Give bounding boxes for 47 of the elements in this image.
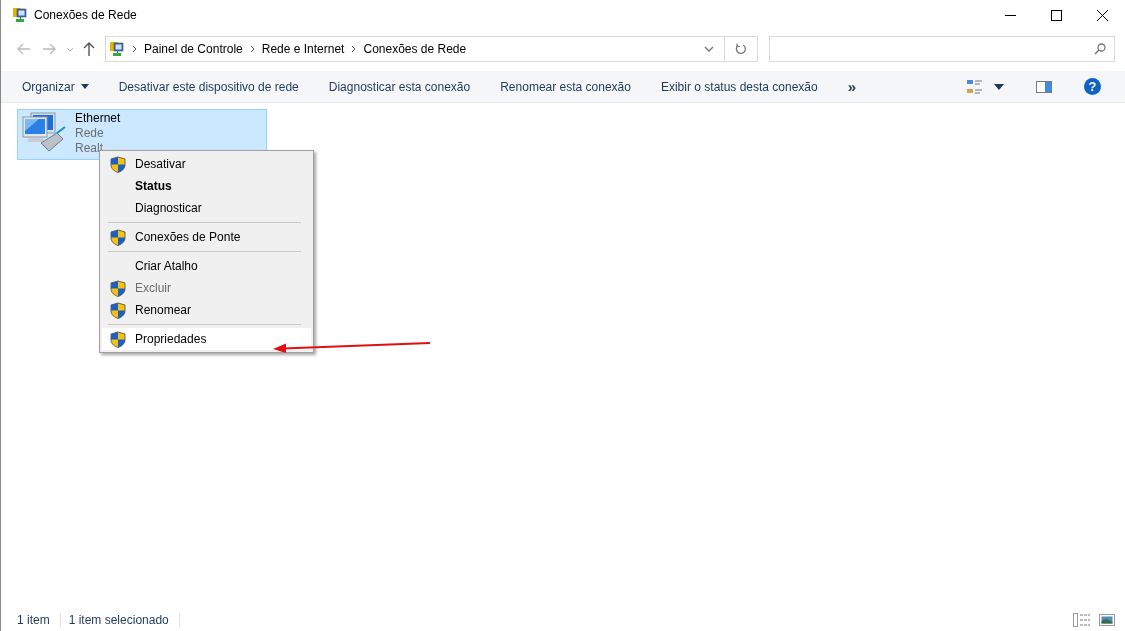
refresh-icon: [735, 43, 747, 55]
menu-item[interactable]: Renomear: [102, 299, 311, 321]
close-icon: [1096, 9, 1108, 21]
dropdown-arrow-icon: [80, 84, 89, 89]
chevron-icon: [351, 45, 357, 53]
search-field[interactable]: [769, 36, 1115, 62]
address-bar[interactable]: Painel de Controle Rede e Internet Conexões de Rede: [105, 36, 725, 62]
breadcrumb[interactable]: Rede e Internet: [261, 42, 345, 56]
menu-item[interactable]: Conexões de Ponte: [102, 226, 311, 248]
chevron-down-icon: [704, 46, 714, 52]
item-count: 1 item: [17, 613, 61, 627]
maximize-icon: [1050, 9, 1062, 21]
command-button[interactable]: Diagnosticar esta conexão: [319, 73, 480, 100]
selection-count: 1 item selecionado: [68, 613, 180, 627]
details-view-icon: [1073, 613, 1091, 627]
large-icons-view-icon: [1099, 614, 1115, 626]
menu-item[interactable]: Criar Atalho: [102, 255, 311, 277]
command-button[interactable]: Desativar este dispositivo de rede: [109, 73, 308, 100]
network-connections-icon: [109, 41, 125, 57]
chevron-down-icon: [66, 46, 74, 52]
command-button[interactable]: Exibir o status desta conexão: [651, 73, 827, 100]
preview-pane-icon: [1036, 80, 1052, 93]
adapter-name: Realt: [75, 141, 103, 156]
search-icon: [1094, 43, 1106, 55]
breadcrumb[interactable]: Painel de Controle: [144, 42, 243, 56]
command-button[interactable]: Renomear esta conexão: [491, 73, 640, 100]
forward-arrow-icon: [42, 43, 56, 55]
menu-item[interactable]: Diagnosticar: [102, 197, 311, 219]
organize-menu-button[interactable]: Organizar: [13, 73, 98, 100]
refresh-button[interactable]: [725, 36, 758, 62]
view-icon: [966, 78, 984, 95]
chevron-icon: [249, 45, 255, 53]
breadcrumb[interactable]: Conexões de Rede: [363, 42, 467, 56]
window-title: Conexões de Rede: [34, 8, 137, 22]
chevron-icon: [132, 45, 137, 53]
network-connections-icon: [12, 7, 28, 23]
menu-item[interactable]: Propriedades: [102, 328, 311, 350]
details-view-button[interactable]: [1073, 613, 1091, 627]
connection-name: Ethernet: [75, 111, 121, 126]
dropdown-arrow-icon: [994, 83, 1004, 90]
up-arrow-icon: [83, 42, 95, 56]
menu-item[interactable]: Status: [102, 175, 311, 197]
connection-status: Rede: [75, 126, 104, 141]
help-button[interactable]: ?: [1084, 78, 1101, 95]
large-icons-view-button[interactable]: [1099, 614, 1115, 626]
back-arrow-icon: [17, 43, 31, 55]
more-commands-button[interactable]: »: [838, 73, 866, 100]
